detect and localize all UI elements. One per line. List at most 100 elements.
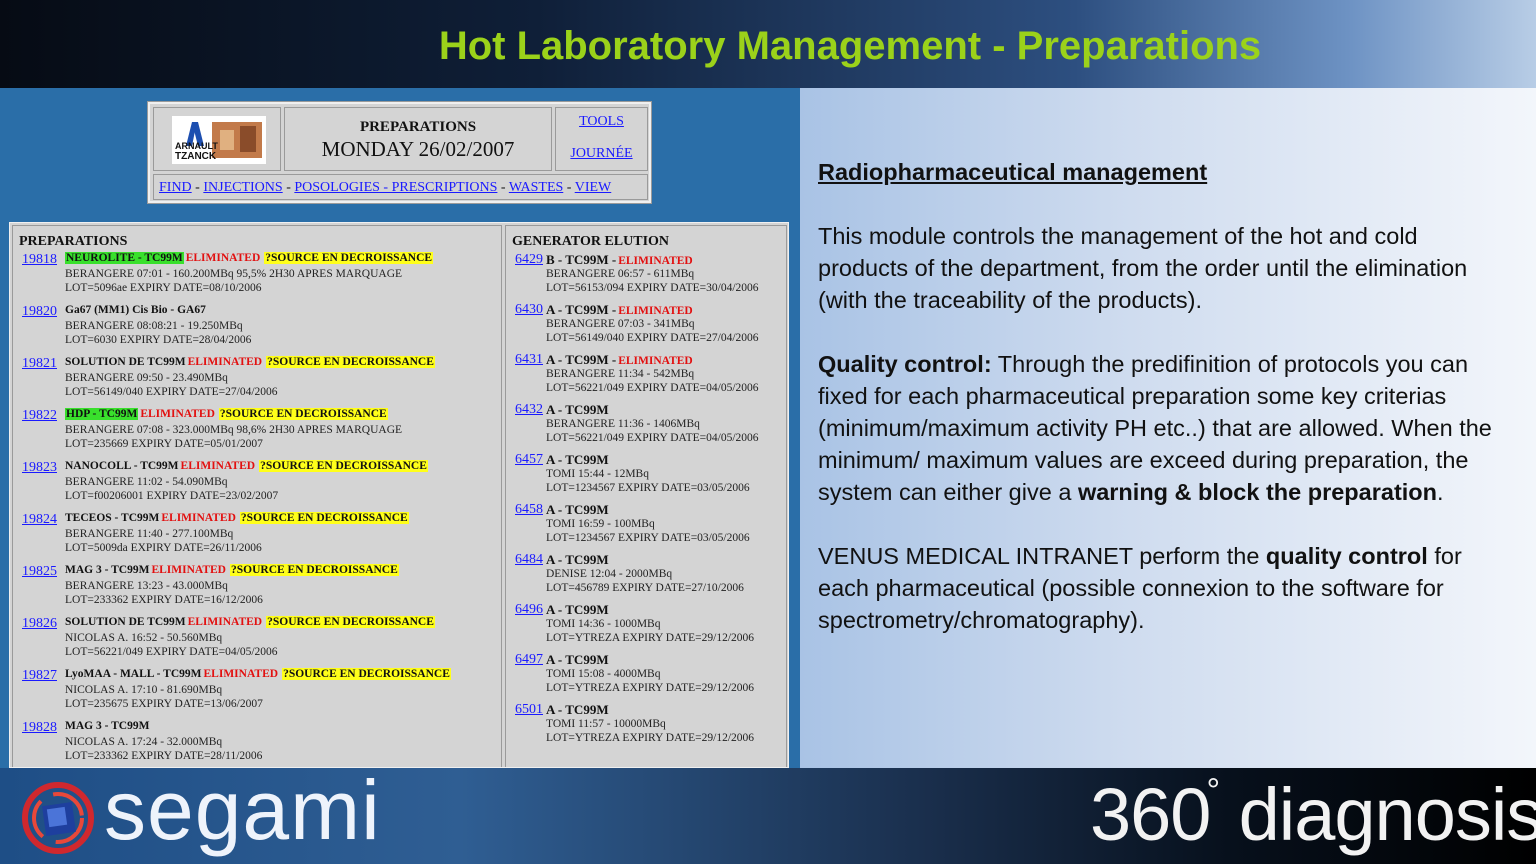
elution-name: A - TC99M: [546, 502, 609, 517]
source-decay-badge: ?SOURCE EN DECROISSANCE: [264, 252, 434, 264]
preparation-id-link[interactable]: 19818: [22, 252, 57, 268]
elution-lot: LOT=1234567 EXPIRY DATE=03/05/2006: [546, 532, 750, 544]
preparation-lot: LOT=235669 EXPIRY DATE=05/01/2007: [65, 438, 263, 450]
diag-word: diagnosis: [1219, 773, 1536, 856]
preparation-activity: NICOLAS A. 17:10 - 81.690MBq: [65, 684, 223, 696]
nav-link[interactable]: POSOLOGIES - PRESCRIPTIONS: [294, 180, 497, 195]
preparation-name: SOLUTION DE TC99M: [65, 356, 186, 368]
nav-separator: -: [563, 180, 575, 195]
elution-activity: TOMI 11:57 - 10000MBq: [546, 718, 666, 730]
preparation-id-link[interactable]: 19827: [22, 668, 57, 684]
elution-id-link[interactable]: 6484: [515, 552, 543, 568]
preparation-id-link[interactable]: 19825: [22, 564, 57, 580]
preparation-name: MAG 3 - TC99M: [65, 564, 150, 576]
preparation-entry: 19825 MAG 3 - TC99M ELIMINATED ?SOURCE EN D…: [13, 562, 501, 614]
preparation-name-line: SOLUTION DE TC99M ELIMINATED ?SOURCE EN DE…: [65, 356, 435, 368]
elution-id-link[interactable]: 6496: [515, 602, 543, 618]
nav-separator: -: [191, 180, 204, 195]
title-bar: Hot Laboratory Management - Preparations: [0, 0, 1536, 88]
elution-entry: 6432 A - TC99M BERANGERE 11:36 - 1406MBq LO…: [506, 400, 786, 450]
elution-name-line: A - TC99M: [546, 402, 609, 418]
generator-column: GENERATOR ELUTION 6429 B - TC99M - ELIMINA…: [505, 225, 787, 767]
preparation-id-link[interactable]: 19821: [22, 356, 57, 372]
elution-name-line: A - TC99M: [546, 602, 609, 618]
venus-para: VENUS MEDICAL INTRANET perform the quali…: [818, 540, 1508, 636]
elution-entry: 6429 B - TC99M - ELIMINATED BERANGERE 06:57…: [506, 250, 786, 300]
eliminated-status: ELIMINATED: [151, 564, 226, 576]
preparation-id-link[interactable]: 19820: [22, 304, 57, 320]
qc-bold: warning & block the preparation: [1077, 479, 1438, 505]
nav-separator: -: [497, 180, 509, 195]
elution-activity: DENISE 12:04 - 2000MBq: [546, 568, 673, 580]
preparation-id-link[interactable]: 19826: [22, 616, 57, 632]
preparations-column: PREPARATIONS 19818 NEUROLITE - TC99M ELIMI…: [12, 225, 502, 767]
lists-panel: PREPARATIONS 19818 NEUROLITE - TC99M ELIMI…: [9, 222, 789, 768]
preparation-lot: LOT=5096ae EXPIRY DATE=08/10/2006: [65, 282, 262, 294]
elution-activity: BERANGERE 07:03 - 341MBq: [546, 318, 695, 330]
preparation-name-line: SOLUTION DE TC99M ELIMINATED ?SOURCE EN DE…: [65, 616, 435, 628]
venus-bold: quality control: [1265, 543, 1428, 569]
diag-num: 360: [1090, 773, 1211, 856]
360-diagnosis-wordmark: 360° diagnosis™: [1090, 772, 1536, 857]
nav-link[interactable]: INJECTIONS: [203, 180, 282, 195]
elution-lot: LOT=456789 EXPIRY DATE=27/10/2006: [546, 582, 744, 594]
svg-text:TZANCK: TZANCK: [175, 151, 217, 162]
preparation-lot: LOT=235675 EXPIRY DATE=13/06/2007: [65, 698, 263, 710]
preparation-entry: 19827 LyoMAA - MALL - TC99M ELIMINATED ?SOU…: [13, 666, 501, 718]
nav-link[interactable]: WASTES: [509, 180, 563, 195]
preparation-entry: 19818 NEUROLITE - TC99M ELIMINATED ?SOURCE …: [13, 250, 501, 302]
nav-link[interactable]: VIEW: [575, 180, 612, 195]
preparation-activity: BERANGERE 07:01 - 160.200MBq 95,5% 2H30 …: [65, 268, 403, 280]
preparation-name-line: NANOCOLL - TC99M ELIMINATED ?SOURCE EN DEC…: [65, 460, 428, 472]
preparation-lot: LOT=233362 EXPIRY DATE=28/11/2006: [65, 750, 263, 762]
description-heading: Radiopharmaceutical management: [818, 159, 1208, 185]
preparation-name-line: Ga67 (MM1) Cis Bio - GA67: [65, 304, 206, 316]
elution-lot: LOT=56221/049 EXPIRY DATE=04/05/2006: [546, 432, 759, 444]
preparation-name-line: MAG 3 - TC99M: [65, 720, 149, 732]
elution-lot: LOT=YTREZA EXPIRY DATE=29/12/2006: [546, 732, 755, 744]
elution-name: A - TC99M: [546, 602, 609, 617]
preparation-name: MAG 3 - TC99M: [65, 720, 150, 732]
quality-control-para: Quality control: Through the predifiniti…: [818, 348, 1508, 508]
app-date: MONDAY 26/02/2007: [321, 137, 515, 161]
preparation-activity: BERANGERE 07:08 - 323.000MBq 98,6% 2H30 …: [65, 424, 403, 436]
elution-name: A - TC99M -: [546, 352, 617, 367]
elution-id-link[interactable]: 6501: [515, 702, 543, 718]
nav-link[interactable]: FIND: [159, 180, 192, 195]
preparation-id-link[interactable]: 19823: [22, 460, 57, 476]
preparation-name-line: NEUROLITE - TC99M ELIMINATED ?SOURCE EN DE…: [65, 252, 434, 264]
elution-entry: 6497 A - TC99M TOMI 15:08 - 4000MBq LOT=YTR…: [506, 650, 786, 700]
qc-end: .: [1437, 479, 1444, 505]
elution-id-link[interactable]: 6431: [515, 352, 543, 368]
generator-list: 6429 B - TC99M - ELIMINATED BERANGERE 06:57…: [506, 250, 786, 750]
preparation-id-link[interactable]: 19828: [22, 720, 57, 736]
journee-link[interactable]: JOURNÉE: [556, 146, 647, 162]
elution-id-link[interactable]: 6457: [515, 452, 543, 468]
eliminated-status: ELIMINATED: [185, 252, 261, 264]
elution-name: A - TC99M: [546, 552, 609, 567]
elution-id-link[interactable]: 6432: [515, 402, 543, 418]
preparation-entry: 19828 MAG 3 - TC99M NICOLAS A. 17:24 - 32.…: [13, 718, 501, 767]
eliminated-status: ELIMINATED: [187, 616, 263, 628]
elution-lot: LOT=56149/040 EXPIRY DATE=27/04/2006: [546, 332, 759, 344]
source-decay-badge: ?SOURCE EN DECROISSANCE: [266, 356, 435, 368]
preparation-id-link[interactable]: 19824: [22, 512, 57, 528]
tools-link[interactable]: TOOLS: [556, 114, 647, 130]
description-para1: This module controls the management of t…: [818, 223, 1468, 313]
elution-entry: 6457 A - TC99M TOMI 15:44 - 12MBq LOT=12345…: [506, 450, 786, 500]
logo-cell: ARNAULT TZANCK: [153, 107, 281, 171]
elution-id-link[interactable]: 6429: [515, 252, 543, 268]
elution-name-line: A - TC99M: [546, 502, 609, 518]
source-decay-badge: ?SOURCE EN DECROISSANCE: [218, 408, 388, 420]
elution-id-link[interactable]: 6430: [515, 302, 543, 318]
tools-cell: TOOLS JOURNÉE: [555, 107, 648, 171]
preparation-entry: 19824 TECEOS - TC99M ELIMINATED ?SOURCE EN …: [13, 510, 501, 562]
elution-name: A - TC99M: [546, 452, 609, 467]
elution-id-link[interactable]: 6497: [515, 652, 543, 668]
preparation-activity: BERANGERE 11:02 - 54.090MBq: [65, 476, 228, 488]
preparation-id-link[interactable]: 19822: [22, 408, 57, 424]
elution-id-link[interactable]: 6458: [515, 502, 543, 518]
diag-degree: °: [1206, 772, 1220, 810]
segami-logo-icon: [22, 782, 94, 854]
preparation-activity: BERANGERE 09:50 - 23.490MBq: [65, 372, 228, 384]
